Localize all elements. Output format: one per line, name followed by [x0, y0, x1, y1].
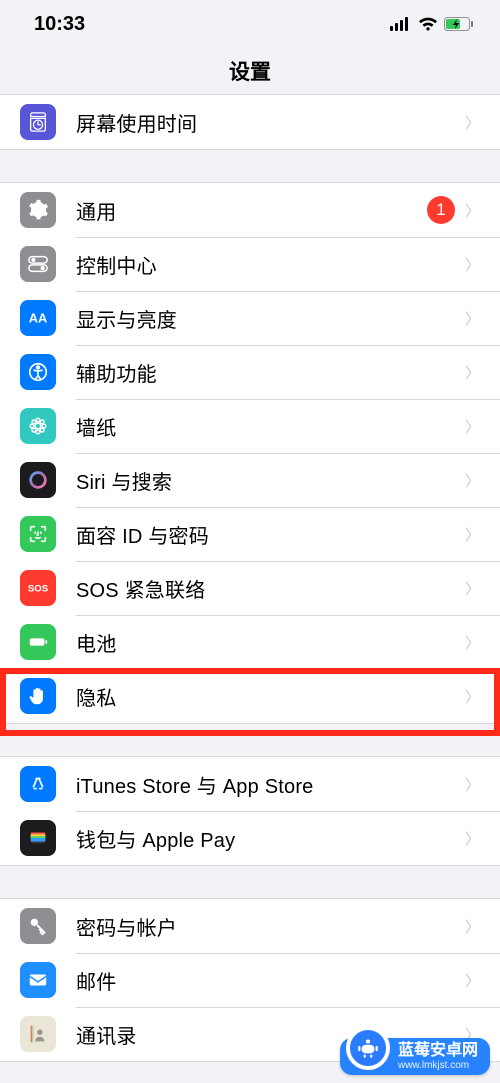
chevron-icon: 〉: [465, 416, 480, 437]
wallet-icon: [20, 820, 56, 856]
watermark-title: 蓝莓安卓网: [398, 1042, 478, 1060]
watermark-logo-icon: [346, 1026, 390, 1070]
label-battery: 电池: [76, 628, 455, 657]
label-general: 通用: [76, 196, 427, 225]
wallpaper-icon: [20, 408, 56, 444]
chevron-icon: 〉: [465, 112, 480, 133]
display-icon: AA: [20, 300, 56, 336]
row-control-center[interactable]: 控制中心 〉: [0, 237, 500, 291]
svg-text:SOS: SOS: [28, 584, 49, 595]
badge-general: 1: [427, 196, 455, 224]
row-wallet[interactable]: 钱包与 Apple Pay 〉: [0, 811, 500, 865]
group-system: 通用 1 〉 控制中心 〉 AA 显示与亮度 〉 辅助功能 〉: [0, 182, 500, 724]
chevron-icon: 〉: [465, 686, 480, 707]
chevron-icon: 〉: [465, 524, 480, 545]
group-accounts: 密码与帐户 〉 邮件 〉 通讯录 〉: [0, 898, 500, 1062]
chevron-icon: 〉: [465, 308, 480, 329]
accessibility-icon: [20, 354, 56, 390]
label-display: 显示与亮度: [76, 304, 455, 333]
row-screentime[interactable]: 屏幕使用时间 〉: [0, 95, 500, 149]
mail-icon: [20, 962, 56, 998]
row-sos[interactable]: SOS SOS 紧急联络 〉: [0, 561, 500, 615]
chevron-icon: 〉: [465, 470, 480, 491]
label-wallet: 钱包与 Apple Pay: [76, 824, 455, 853]
appstore-icon: [20, 766, 56, 802]
group-screentime: 屏幕使用时间 〉: [0, 94, 500, 150]
chevron-icon: 〉: [465, 200, 480, 221]
row-battery[interactable]: 电池 〉: [0, 615, 500, 669]
group-store: iTunes Store 与 App Store 〉 钱包与 Apple Pay…: [0, 756, 500, 866]
label-faceid: 面容 ID 与密码: [76, 520, 455, 549]
battery-icon: [20, 624, 56, 660]
row-privacy[interactable]: 隐私 〉: [0, 669, 500, 723]
status-bar: 10:33: [0, 0, 500, 48]
label-screentime: 屏幕使用时间: [76, 108, 455, 137]
status-indicators: [390, 17, 474, 31]
battery-charging-icon: [444, 17, 474, 31]
label-siri: Siri 与搜索: [76, 466, 455, 495]
chevron-icon: 〉: [465, 970, 480, 991]
row-mail[interactable]: 邮件 〉: [0, 953, 500, 1007]
label-accessibility: 辅助功能: [76, 358, 455, 387]
label-mail: 邮件: [76, 966, 455, 995]
hand-icon: [20, 678, 56, 714]
toggle-icon: [20, 246, 56, 282]
row-general[interactable]: 通用 1 〉: [0, 183, 500, 237]
status-time: 10:33: [34, 13, 85, 36]
faceid-icon: [20, 516, 56, 552]
row-wallpaper[interactable]: 墙纸 〉: [0, 399, 500, 453]
page-title: 设置: [0, 48, 500, 100]
svg-text:AA: AA: [29, 311, 48, 326]
key-icon: [20, 908, 56, 944]
chevron-icon: 〉: [465, 254, 480, 275]
label-itunes: iTunes Store 与 App Store: [76, 770, 455, 799]
siri-icon: [20, 462, 56, 498]
contacts-icon: [20, 1016, 56, 1052]
row-faceid[interactable]: 面容 ID 与密码 〉: [0, 507, 500, 561]
label-sos: SOS 紧急联络: [76, 574, 455, 603]
chevron-icon: 〉: [465, 362, 480, 383]
row-passwords[interactable]: 密码与帐户 〉: [0, 899, 500, 953]
chevron-icon: 〉: [465, 916, 480, 937]
screentime-icon: [20, 104, 56, 140]
label-control: 控制中心: [76, 250, 455, 279]
chevron-icon: 〉: [465, 828, 480, 849]
label-passwords: 密码与帐户: [76, 912, 455, 941]
row-siri[interactable]: Siri 与搜索 〉: [0, 453, 500, 507]
row-itunes[interactable]: iTunes Store 与 App Store 〉: [0, 757, 500, 811]
label-privacy: 隐私: [76, 682, 455, 711]
chevron-icon: 〉: [465, 578, 480, 599]
gear-icon: [20, 192, 56, 228]
row-accessibility[interactable]: 辅助功能 〉: [0, 345, 500, 399]
chevron-icon: 〉: [465, 632, 480, 653]
label-wallpaper: 墙纸: [76, 412, 455, 441]
sos-icon: SOS: [20, 570, 56, 606]
chevron-icon: 〉: [465, 774, 480, 795]
watermark: 蓝莓安卓网 www.lmkjst.com: [340, 1038, 490, 1075]
row-display[interactable]: AA 显示与亮度 〉: [0, 291, 500, 345]
wifi-icon: [418, 17, 438, 31]
signal-icon: [390, 17, 412, 31]
watermark-url: www.lmkjst.com: [398, 1060, 478, 1071]
